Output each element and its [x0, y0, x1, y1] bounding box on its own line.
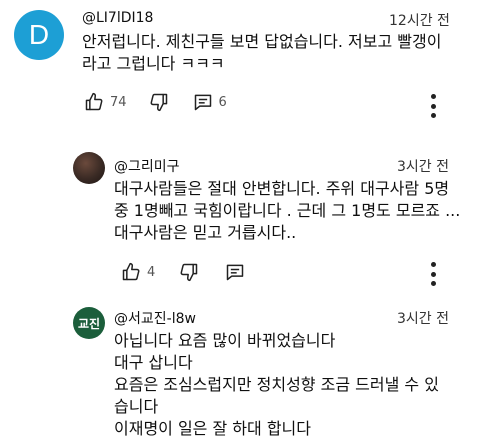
comment-line: 대구사람은 믿고 거릅시다.. [114, 223, 297, 242]
comment-text: 안저럽니다. 제친구들 보면 답없습니다. 저보고 빨갱이 라고 그럽니다 ㅋㅋ… [82, 31, 441, 75]
comment-line: 안저럽니다. 제친구들 보면 답없습니다. 저보고 빨갱이 [82, 32, 442, 51]
comment-icon [225, 262, 245, 282]
like-button[interactable]: 4 [121, 262, 155, 282]
thumbs-down-icon [149, 92, 169, 112]
comment-line: 중 1명빼고 국힘이랍니다 . 근데 그 1명도 모르죠 ... [114, 201, 461, 220]
avatar[interactable]: D [14, 10, 64, 60]
more-vertical-icon [430, 94, 436, 99]
more-actions-button[interactable] [423, 262, 443, 286]
comment-line: 라고 그럽니다 ㅋㅋㅋ [82, 54, 225, 73]
avatar[interactable]: 교진 [73, 307, 105, 339]
comment-line: 대구 삽니다 [114, 353, 193, 372]
comment-icon [193, 92, 213, 112]
comment-author[interactable]: @그리미구 [114, 156, 180, 176]
avatar-text: 교진 [77, 316, 101, 331]
dislike-button[interactable] [149, 92, 169, 112]
comment-author[interactable]: @LI7lDI18 [82, 10, 153, 26]
comment-timestamp[interactable]: 12시간 전 [389, 10, 450, 30]
comment-timestamp[interactable]: 3시간 전 [397, 156, 449, 176]
comment-line: 이재명이 일은 잘 하대 합니다 [114, 419, 311, 438]
reply-button[interactable] [225, 262, 245, 282]
more-actions-button[interactable] [423, 94, 443, 118]
comment-line: 요즘은 조심스럽지만 정치성향 조금 드러낼 수 있 [114, 375, 439, 394]
comment-text: 대구사람들은 절대 안변합니다. 주위 대구사람 5명 중 1명빼고 국힘이랍니… [114, 178, 460, 244]
more-vertical-icon [430, 262, 436, 267]
comment-thread-1: D @LI7lDI18 12시간 전 안저럽니다. 제친구들 보면 답없습니다.… [0, 0, 480, 140]
comment-line: 아닙니다 요즘 많이 바뀌었습니다 [114, 331, 336, 350]
like-count: 4 [147, 264, 156, 280]
dislike-button[interactable] [179, 262, 199, 282]
comment-line: 대구사람들은 절대 안변합니다. 주위 대구사람 5명 [114, 179, 450, 198]
avatar[interactable] [73, 152, 105, 184]
comment-timestamp[interactable]: 3시간 전 [397, 308, 449, 328]
reply-button[interactable]: 6 [193, 92, 227, 112]
reply-comment-1: @그리미구 3시간 전 대구사람들은 절대 안변합니다. 주위 대구사람 5명 … [0, 140, 480, 290]
reply-count: 6 [218, 94, 227, 110]
like-button[interactable]: 74 [84, 92, 127, 112]
thumbs-up-icon [121, 262, 141, 282]
comment-text: 아닙니다 요즘 많이 바뀌었습니다 대구 삽니다 요즘은 조심스럽지만 정치성향… [114, 330, 439, 440]
thumbs-down-icon [179, 262, 199, 282]
comment-line: 습니다 [114, 397, 159, 416]
reply-comment-2: 교진 @서교진-l8w 3시간 전 아닙니다 요즘 많이 바뀌었습니다 대구 삽… [0, 290, 480, 448]
thumbs-up-icon [84, 92, 104, 112]
comment-actions: 74 6 [84, 92, 227, 112]
comment-author[interactable]: @서교진-l8w [114, 308, 196, 328]
comment-actions: 4 [121, 262, 245, 282]
like-count: 74 [110, 94, 127, 110]
avatar-letter: D [28, 19, 50, 50]
